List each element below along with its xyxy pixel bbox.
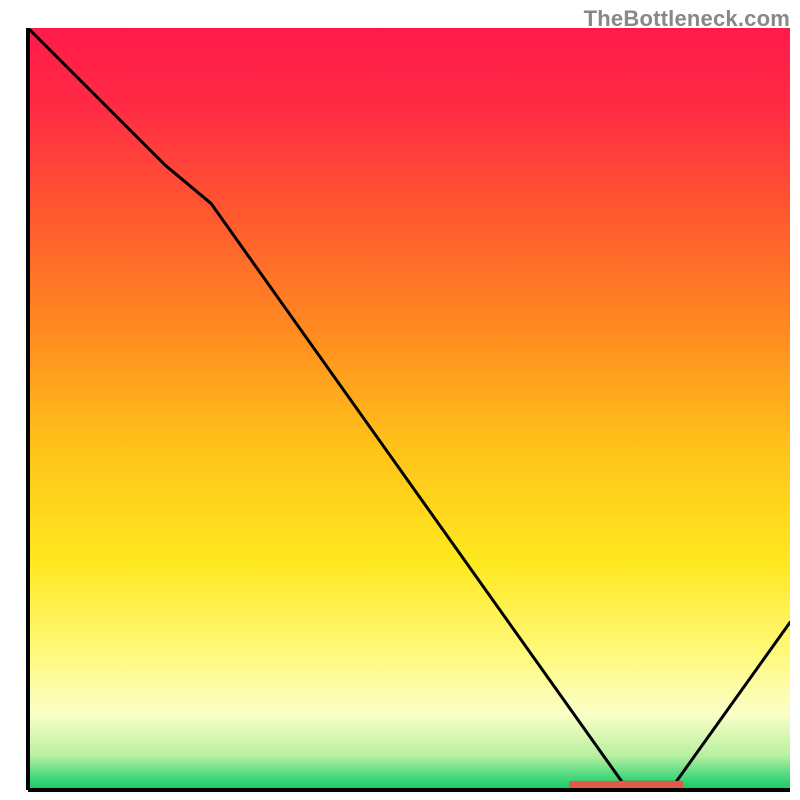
watermark-text: TheBottleneck.com [584,6,790,32]
bottleneck-chart [0,0,800,800]
chart-stage: TheBottleneck.com [0,0,800,800]
